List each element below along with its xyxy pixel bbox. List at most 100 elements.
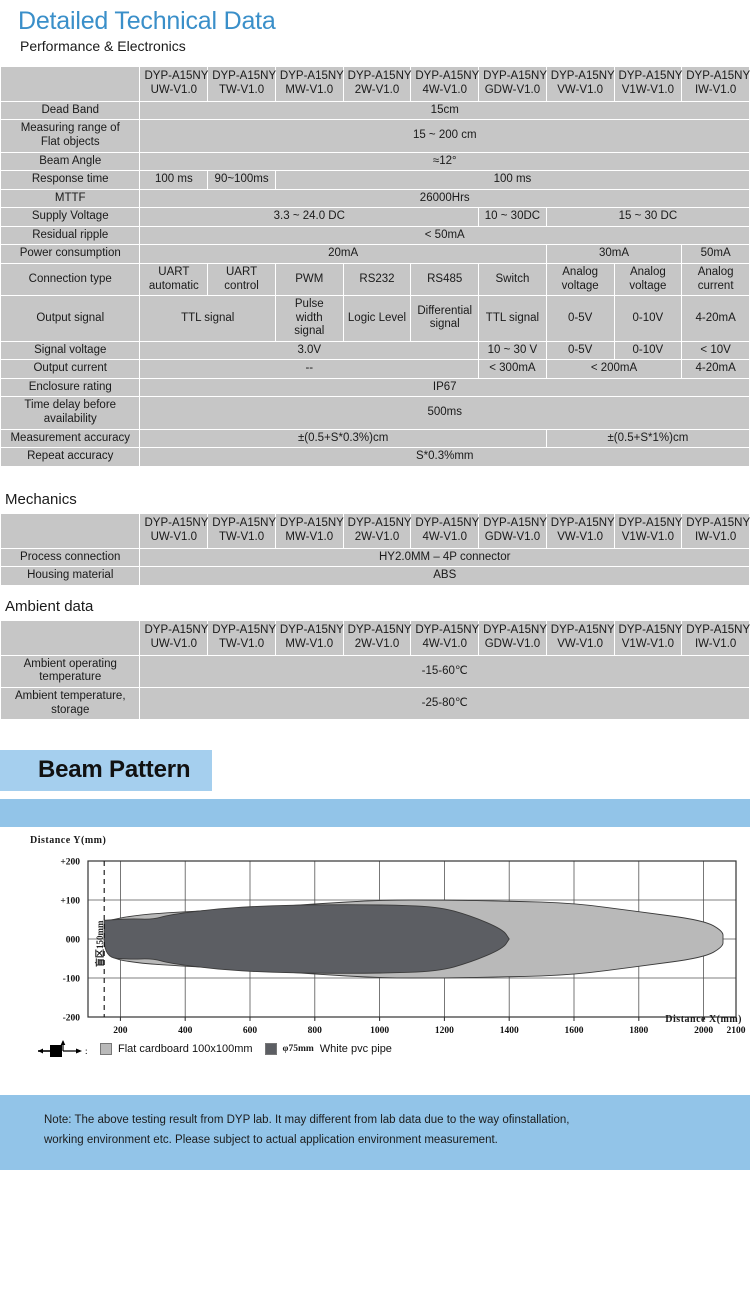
table-row: Repeat accuracy S*0.3%mm xyxy=(1,448,749,466)
cell-value: 0-5V xyxy=(546,296,614,341)
table-row: Ambient operating temperature -15-60℃ xyxy=(1,655,749,687)
performance-body: Dead Band 15cm Measuring range of Flat obje… xyxy=(1,101,749,466)
cell-value: ≈12° xyxy=(140,152,749,171)
note-line: working environment etc. Please subject … xyxy=(44,1133,498,1146)
table-row: MTTF 26000Hrs xyxy=(1,189,749,208)
table-corner-cell xyxy=(1,620,140,655)
page-header: Detailed Technical Data Performance & El… xyxy=(0,0,750,54)
table-row: Output current -- < 300mA < 200mA 4-20mA xyxy=(1,360,749,378)
cell-value: 3.0V xyxy=(140,341,479,360)
table-row: Process connection HY2.0MM – 4P connector xyxy=(1,548,749,567)
row-label-connection-type: Connection type xyxy=(1,263,140,296)
cell-value: 30mA xyxy=(546,245,682,263)
cell-value: 100 ms xyxy=(140,171,208,189)
cell-value: 0-5V xyxy=(546,341,614,360)
cell-value: ±(0.5+S*0.3%)cm xyxy=(140,429,546,448)
row-label-response-time: Response time xyxy=(1,171,140,189)
cell-value: UART automatic xyxy=(140,263,208,296)
cell-value: ABS xyxy=(140,567,749,585)
cell-value: Switch xyxy=(479,263,546,296)
table-row: Measuring range of Flat objects 15 ~ 200 c… xyxy=(1,120,749,152)
model-header-dyp-a15ny-2w-v1-0: DYP-A15NY 2W-V1.0 xyxy=(343,513,412,548)
mechanics-header-row: DYP-A15NY UW-V1.0 DYP-A15NY TW-V1.0 DYP-A15N… xyxy=(1,513,750,548)
table-row: Ambient temperature, storage -25-80℃ xyxy=(1,687,749,720)
svg-text:600: 600 xyxy=(243,1026,258,1036)
table-row: Response time 100 ms 90~100ms 100 ms xyxy=(1,171,749,189)
svg-text:2100: 2100 xyxy=(727,1026,746,1036)
cell-value: 50mA xyxy=(682,245,749,263)
mechanics-table: DYP-A15NY UW-V1.0 DYP-A15NY TW-V1.0 DYP-A15N… xyxy=(0,513,750,586)
cell-value: 20mA xyxy=(140,245,546,263)
row-label-repeat-accuracy: Repeat accuracy xyxy=(1,448,140,466)
cell-value: < 300mA xyxy=(479,360,546,378)
cell-value: Logic Level xyxy=(343,296,411,341)
cell-value: 4-20mA xyxy=(682,360,749,378)
cell-value: < 10V xyxy=(682,341,749,360)
row-label-dead-band: Dead Band xyxy=(1,101,140,120)
beam-pattern-panel: Distance Y(mm) +200 +100 000 -100 -200 200 400… xyxy=(0,799,750,1171)
row-label-time-delay-before-availability: Time delay before availability xyxy=(1,397,140,429)
cell-value: 10 ~ 30DC xyxy=(479,208,546,226)
cell-value: Pulse width signal xyxy=(275,296,343,341)
row-label-output-signal: Output signal xyxy=(1,296,140,341)
model-header-dyp-a15ny-vw-v1-0: DYP-A15NY VW-V1.0 xyxy=(546,513,615,548)
model-header-dyp-a15ny-gdw-v1-0: DYP-A15NY GDW-V1.0 xyxy=(479,620,547,655)
model-header-dyp-a15ny-v1w-v1-0: DYP-A15NY V1W-V1.0 xyxy=(614,66,682,101)
svg-text:+200: +200 xyxy=(60,858,80,868)
row-label-ambient-temperature-storage: Ambient temperature, storage xyxy=(1,687,140,720)
cell-value: PWM xyxy=(275,263,343,296)
svg-text:1200: 1200 xyxy=(435,1026,454,1036)
cell-value: -25-80℃ xyxy=(140,687,749,720)
x-axis-title: Distance X(mm) xyxy=(665,1014,742,1026)
row-label-process-connection: Process connection xyxy=(1,548,140,567)
table-row: Power consumption 20mA 30mA 50mA xyxy=(1,245,749,263)
cell-value: 0-10V xyxy=(614,296,682,341)
cell-value: HY2.0MM – 4P connector xyxy=(140,548,749,567)
model-header-dyp-a15ny-tw-v1-0: DYP-A15NY TW-V1.0 xyxy=(208,66,276,101)
model-header-dyp-a15ny-uw-v1-0: DYP-A15NY UW-V1.0 xyxy=(140,513,208,548)
page-title: Detailed Technical Data xyxy=(18,7,276,35)
cell-value: ±(0.5+S*1%)cm xyxy=(546,429,749,448)
model-header-dyp-a15ny-iw-v1-0: DYP-A15NY IW-V1.0 xyxy=(682,66,750,101)
cell-value: 15 ~ 200 cm xyxy=(140,120,749,152)
cell-value: IP67 xyxy=(140,378,749,397)
model-header-dyp-a15ny-vw-v1-0: DYP-A15NY VW-V1.0 xyxy=(546,620,615,655)
legend-phi-pipe: φ75mm xyxy=(282,1044,314,1055)
cell-value: < 200mA xyxy=(546,360,682,378)
cell-value: RS232 xyxy=(343,263,411,296)
model-header-dyp-a15ny-4w-v1-0: DYP-A15NY 4W-V1.0 xyxy=(411,620,479,655)
cell-value: S*0.3%mm xyxy=(140,448,749,466)
model-header-dyp-a15ny-iw-v1-0: DYP-A15NY IW-V1.0 xyxy=(682,620,750,655)
model-header-dyp-a15ny-vw-v1-0: DYP-A15NY VW-V1.0 xyxy=(546,66,615,101)
table-row: Time delay before availability 500ms xyxy=(1,397,749,429)
row-label-output-current: Output current xyxy=(1,360,140,378)
row-label-supply-voltage: Supply Voltage xyxy=(1,208,140,226)
svg-text:-200: -200 xyxy=(63,1014,81,1024)
cell-value: 90~100ms xyxy=(208,171,275,189)
table-row: Housing material ABS xyxy=(1,567,749,585)
svg-text:2000: 2000 xyxy=(694,1026,713,1036)
cell-value: 15 ~ 30 DC xyxy=(546,208,749,226)
row-label-housing-material: Housing material xyxy=(1,567,140,585)
cell-value: 10 ~ 30 V xyxy=(479,341,546,360)
cell-value: < 50mA xyxy=(140,226,749,245)
model-header-dyp-a15ny-v1w-v1-0: DYP-A15NY V1W-V1.0 xyxy=(614,513,682,548)
row-label-ambient-operating-temperature: Ambient operating temperature xyxy=(1,655,140,687)
table-corner-cell xyxy=(1,66,140,101)
row-label-measurement-accuracy: Measurement accuracy xyxy=(1,429,140,448)
row-label-measuring-range-of-flat-objects: Measuring range of Flat objects xyxy=(1,120,140,152)
y-axis-title: Distance Y(mm) xyxy=(30,835,107,847)
beam-pattern-note: Note: The above testing result from DYP … xyxy=(0,1095,750,1170)
svg-text:-100: -100 xyxy=(63,975,81,985)
cell-value: RS485 xyxy=(411,263,479,296)
model-header-dyp-a15ny-2w-v1-0: DYP-A15NY 2W-V1.0 xyxy=(343,66,412,101)
model-header-dyp-a15ny-tw-v1-0: DYP-A15NY TW-V1.0 xyxy=(208,620,276,655)
ambient-body: Ambient operating temperature -15-60℃ Ambie… xyxy=(1,655,749,720)
ambient-title: Ambient data xyxy=(5,597,94,615)
table-row: Residual ripple < 50mA xyxy=(1,226,749,245)
model-header-dyp-a15ny-2w-v1-0: DYP-A15NY 2W-V1.0 xyxy=(343,620,412,655)
svg-text:000: 000 xyxy=(66,936,81,946)
beam-pattern-section: Beam Pattern xyxy=(0,720,750,792)
ambient-header-row: DYP-A15NY UW-V1.0 DYP-A15NY TW-V1.0 DYP-A15N… xyxy=(1,620,750,655)
model-header-dyp-a15ny-uw-v1-0: DYP-A15NY UW-V1.0 xyxy=(140,620,208,655)
